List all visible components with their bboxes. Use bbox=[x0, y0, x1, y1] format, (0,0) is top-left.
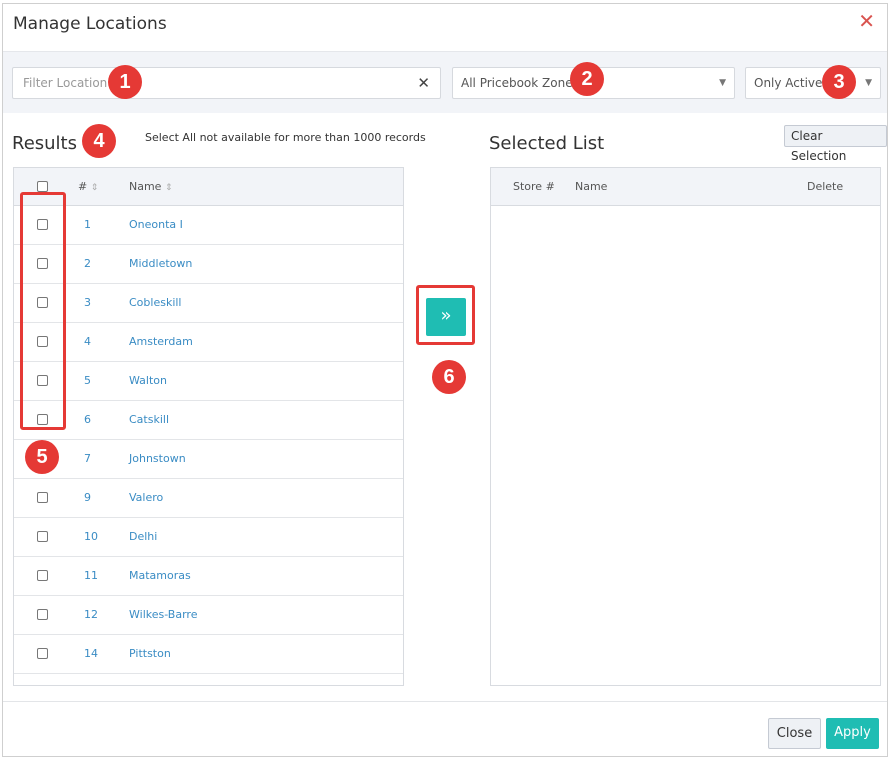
table-row: 11 Matamoras bbox=[14, 557, 403, 596]
close-button[interactable]: Close bbox=[768, 718, 821, 749]
row-location-link[interactable]: Delhi bbox=[129, 530, 157, 543]
annotation-badge-6: 6 bbox=[432, 360, 466, 394]
table-row: 15EDI Test Location bbox=[14, 674, 403, 685]
table-row: 4 Amsterdam bbox=[14, 323, 403, 362]
annotation-badge-4: 4 bbox=[82, 124, 116, 158]
row-checkbox[interactable] bbox=[37, 492, 48, 503]
row-location-link[interactable]: Walton bbox=[129, 374, 167, 387]
row-location-link[interactable]: Wilkes-Barre bbox=[129, 608, 197, 621]
table-row: 14 Pittston bbox=[14, 635, 403, 674]
annotation-badge-2: 2 bbox=[570, 62, 604, 96]
pricebook-zone-value: All Pricebook Zone bbox=[461, 76, 573, 90]
row-number: 10 bbox=[84, 530, 98, 543]
row-number: 7 bbox=[84, 452, 91, 465]
row-checkbox[interactable] bbox=[37, 570, 48, 581]
move-button-highlight bbox=[416, 285, 475, 345]
delete-column-header: Delete bbox=[807, 180, 844, 193]
row-checkbox[interactable] bbox=[37, 531, 48, 542]
status-select[interactable]: Only Active ▼ bbox=[745, 67, 881, 99]
row-number: 3 bbox=[84, 296, 91, 309]
row-location-link[interactable]: Middletown bbox=[129, 257, 192, 270]
row-number: 6 bbox=[84, 413, 91, 426]
chevron-down-icon: ▼ bbox=[719, 78, 726, 88]
store-column-header: Store # bbox=[513, 180, 555, 193]
table-row: 2 Middletown bbox=[14, 245, 403, 284]
table-row: 9 Valero bbox=[14, 479, 403, 518]
table-row: 1 Oneonta I bbox=[14, 206, 403, 245]
chevron-down-icon: ▼ bbox=[865, 78, 872, 88]
row-number: 5 bbox=[84, 374, 91, 387]
select-all-checkbox[interactable] bbox=[37, 181, 48, 192]
results-title: Results bbox=[12, 133, 77, 154]
row-number: 14 bbox=[84, 647, 98, 660]
table-row: 10 Delhi bbox=[14, 518, 403, 557]
dialog-footer: Close Apply bbox=[3, 701, 887, 758]
number-column-header[interactable]: # ⇕ bbox=[78, 180, 98, 193]
results-table: # ⇕ Name ⇕ 1 Oneonta I 2 Middletown 3 Coblesk… bbox=[13, 167, 404, 686]
name-column-header[interactable]: Name ⇕ bbox=[129, 180, 173, 193]
results-table-header: # ⇕ Name ⇕ bbox=[14, 168, 403, 206]
dialog-title: Manage Locations bbox=[13, 14, 167, 34]
selected-table-header: Store # Name Delete bbox=[491, 168, 880, 206]
row-number: 11 bbox=[84, 569, 98, 582]
results-rows: 1 Oneonta I 2 Middletown 3 Cobleskill 4 Amsterd… bbox=[14, 206, 403, 685]
row-location-link[interactable]: Amsterdam bbox=[129, 335, 193, 348]
row-location-link[interactable]: Matamoras bbox=[129, 569, 191, 582]
filter-location-field[interactable]: ✕ bbox=[12, 67, 441, 99]
filter-location-input[interactable] bbox=[21, 75, 375, 91]
row-location-link[interactable]: Pittston bbox=[129, 647, 171, 660]
table-row: 6 Catskill bbox=[14, 401, 403, 440]
row-number: 2 bbox=[84, 257, 91, 270]
clear-filter-icon[interactable]: ✕ bbox=[417, 68, 430, 98]
row-checkboxes-highlight bbox=[20, 192, 66, 430]
selected-name-column-header: Name bbox=[575, 180, 608, 193]
annotation-badge-1: 1 bbox=[108, 65, 142, 99]
row-number: 4 bbox=[84, 335, 91, 348]
annotation-badge-3: 3 bbox=[822, 65, 856, 99]
row-location-link[interactable]: Catskill bbox=[129, 413, 169, 426]
annotation-badge-5: 5 bbox=[25, 440, 59, 474]
apply-button[interactable]: Apply bbox=[826, 718, 879, 749]
table-row: 5 Walton bbox=[14, 362, 403, 401]
row-location-link[interactable]: Valero bbox=[129, 491, 163, 504]
sort-icon: ⇕ bbox=[164, 183, 173, 193]
status-value: Only Active bbox=[754, 76, 823, 90]
clear-selection-button[interactable]: Clear Selection bbox=[784, 125, 887, 163]
row-location-link[interactable]: Oneonta I bbox=[129, 218, 183, 231]
close-icon[interactable]: ✕ bbox=[858, 11, 875, 31]
row-number: 12 bbox=[84, 608, 98, 621]
row-checkbox[interactable] bbox=[37, 609, 48, 620]
row-location-link[interactable]: Cobleskill bbox=[129, 296, 182, 309]
table-row: 7 Johnstown bbox=[14, 440, 403, 479]
row-location-link[interactable]: Johnstown bbox=[129, 452, 186, 465]
row-number: 1 bbox=[84, 218, 91, 231]
row-checkbox[interactable] bbox=[37, 648, 48, 659]
table-row: 12 Wilkes-Barre bbox=[14, 596, 403, 635]
selected-list-title: Selected List bbox=[489, 133, 605, 154]
select-all-note: Select All not available for more than 1… bbox=[145, 131, 426, 144]
table-row: 3 Cobleskill bbox=[14, 284, 403, 323]
sort-icon: ⇕ bbox=[90, 183, 99, 193]
selected-table: Store # Name Delete bbox=[490, 167, 881, 686]
row-number: 9 bbox=[84, 491, 91, 504]
